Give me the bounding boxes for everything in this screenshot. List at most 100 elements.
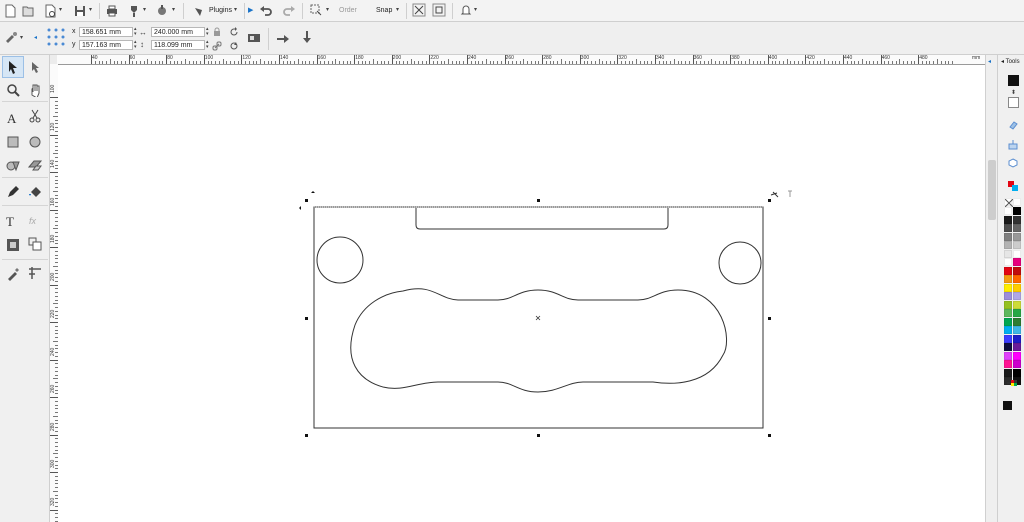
color-swatch[interactable] [1004,249,1012,258]
color-swatch[interactable] [1013,258,1021,266]
color-swatch[interactable] [1013,249,1021,258]
color-swatch[interactable] [1004,326,1012,334]
palette-options-icon[interactable] [1007,379,1019,387]
color-swatch[interactable] [1013,334,1021,343]
color-swatch[interactable] [1013,207,1021,215]
pen-tool-icon[interactable] [6,185,20,199]
color-swatch[interactable] [1004,232,1012,241]
color-swatch[interactable] [1013,266,1021,275]
play-icon[interactable]: ▶ [248,6,253,14]
new-document-icon[interactable] [3,4,17,18]
height-field[interactable]: 118.099 mm [151,40,205,50]
color-swatch[interactable] [1004,224,1012,232]
color-swatch[interactable] [1004,360,1012,368]
freehand-pick-icon[interactable] [28,60,42,74]
link-icon[interactable] [212,41,222,51]
current-fill-indicator[interactable] [1003,401,1012,410]
no-color-swatch[interactable] [1004,198,1014,208]
snap-button[interactable]: Snap [376,7,392,14]
mirror-icon[interactable] [247,31,261,45]
plugins-button[interactable]: Plugins [209,7,232,14]
save-icon[interactable] [73,4,87,18]
eyedropper-tool-icon[interactable] [6,267,20,281]
reset-rotation-icon[interactable] [229,41,239,51]
parallel-dimension-icon[interactable]: T [6,214,20,228]
fill-color-swatch[interactable] [1008,75,1019,86]
top-slot[interactable] [415,208,669,230]
color-swatch[interactable] [1004,334,1012,343]
color-swatch[interactable] [1004,207,1012,215]
color-swatch[interactable] [1004,292,1012,300]
color-swatch[interactable] [1013,300,1021,309]
outline-color-swatch[interactable] [1008,97,1019,108]
y-spinner[interactable]: ▴ ▾ [134,40,137,50]
smart-fill-icon[interactable] [1008,140,1018,150]
effects-tool-icon[interactable]: fx [28,213,42,227]
chevron-down-icon[interactable]: ▾ [89,6,92,13]
color-swatch[interactable] [1013,224,1021,232]
hexagon-icon[interactable] [1008,158,1018,168]
bell-icon[interactable] [459,3,473,17]
import-icon[interactable] [43,4,57,18]
color-swatch[interactable] [1013,215,1021,224]
right-hole[interactable] [718,241,762,285]
basic-shapes-icon[interactable] [28,158,42,172]
horizontal-ruler[interactable]: 40 60 80 100 120 140 160 180 200 220 240 260 280 300 3… [57,55,985,65]
color-swatch[interactable] [1013,241,1021,249]
ellipse-tool-icon[interactable] [28,135,42,149]
color-swatch[interactable] [1004,283,1012,292]
text-tool-icon[interactable]: A [6,111,20,125]
combine-icon[interactable] [412,3,426,17]
chevron-down-icon[interactable]: ▾ [59,6,62,13]
color-swatch[interactable] [1013,351,1021,360]
x-position-field[interactable]: 158.651 mm [79,27,133,37]
fill-tool-icon[interactable] [28,185,42,199]
rotate-handle-icon[interactable] [770,191,779,198]
color-swatch[interactable] [1013,232,1021,241]
lock-ratio-icon[interactable] [212,27,222,37]
pick-tool-icon[interactable] [6,60,20,74]
transparency-tool-icon[interactable] [6,238,20,252]
color-swatch[interactable] [1004,241,1012,249]
color-swatch[interactable] [1013,317,1021,326]
order-button[interactable]: Order [339,7,357,14]
chevron-down-icon[interactable]: ▾ [234,6,237,13]
chevron-down-icon[interactable]: ▾ [396,6,399,13]
vertical-flip-icon[interactable] [300,30,314,44]
height-spinner[interactable]: ▴ ▾ [206,40,209,50]
pan-tool-icon[interactable] [28,83,42,97]
redo-icon[interactable] [282,3,296,17]
chevron-down-icon[interactable]: ▾ [172,6,175,13]
center-cutout[interactable] [350,288,727,393]
color-swatch[interactable] [1013,343,1021,351]
y-position-field[interactable]: 157.163 mm [79,40,133,50]
eraser-icon[interactable] [1008,120,1018,130]
color-swatch[interactable] [1013,292,1021,300]
color-swatch[interactable] [1013,326,1021,334]
color-swatch[interactable] [1004,317,1012,326]
rotate-icon[interactable] [229,27,239,37]
width-field[interactable]: 240.000 mm [151,27,205,37]
color-swatch[interactable] [1013,283,1021,292]
polygon-tool-icon[interactable] [6,158,20,172]
color-swatch[interactable] [1004,275,1012,283]
shadow-tool-icon[interactable] [28,237,42,251]
color-swatch[interactable] [1004,300,1012,309]
reference-point-icon[interactable] [46,27,66,47]
connector-tool-icon[interactable] [28,266,42,280]
chevron-down-icon[interactable]: ▾ [143,6,146,13]
color-swatch[interactable] [1004,266,1012,275]
knife-tool-icon[interactable] [28,109,42,123]
scroll-thumb[interactable] [988,160,996,220]
color-swatch[interactable] [1013,368,1021,377]
horizontal-flip-icon[interactable] [276,32,290,46]
tools-tab[interactable]: ◂ Tools [1001,58,1020,65]
transform-icon[interactable] [309,3,323,17]
color-swatch[interactable] [1013,198,1021,206]
pick-tool-options-icon[interactable] [4,31,18,45]
color-swatch[interactable] [1004,351,1012,360]
plugins-icon[interactable] [192,4,206,18]
export-icon[interactable] [127,4,141,18]
left-hole[interactable] [316,236,364,284]
color-swatch[interactable] [1004,309,1012,317]
